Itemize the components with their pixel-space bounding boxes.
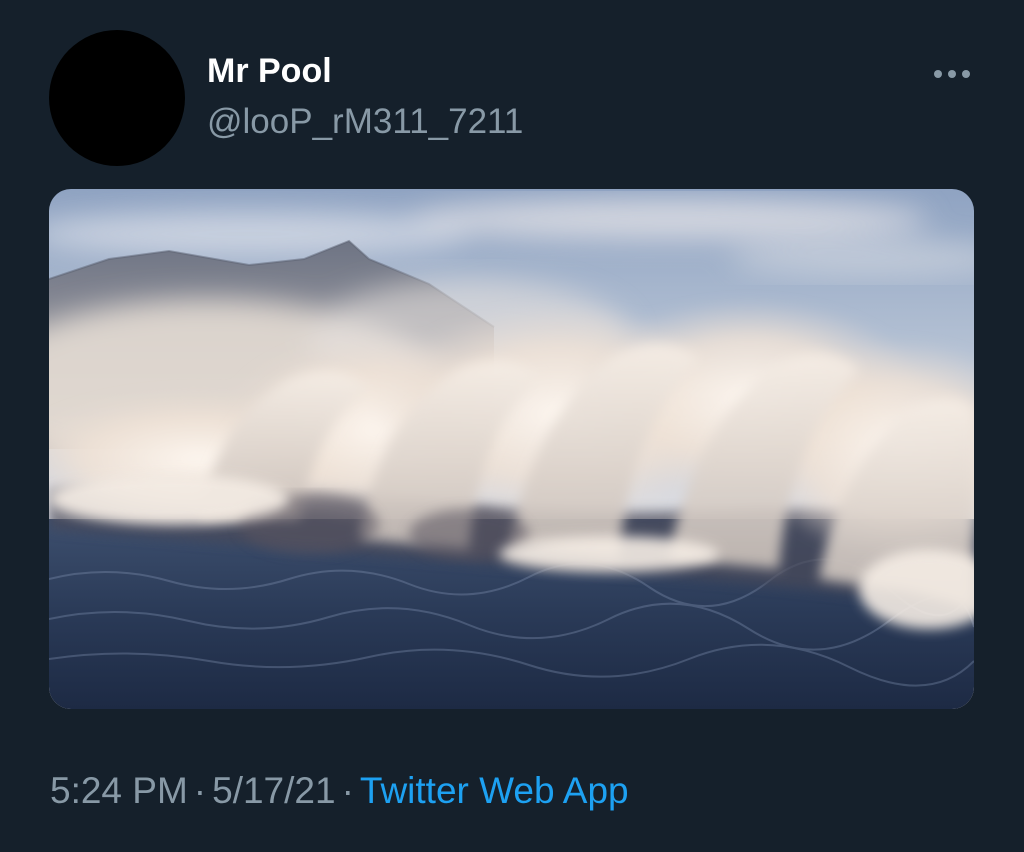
tweet-time: 5:24 PM <box>50 770 188 811</box>
tweet-image[interactable] <box>49 189 974 709</box>
avatar[interactable] <box>49 30 185 166</box>
more-icon[interactable] <box>926 58 978 90</box>
wave-photo <box>49 189 974 709</box>
tweet-date: 5/17/21 <box>212 770 336 811</box>
author-handle[interactable]: @looP_rM311_7211 <box>207 102 523 142</box>
tweet: Mr Pool @looP_rM311_7211 5:24 PM · 5/17/… <box>0 0 1024 852</box>
tweet-meta: 5:24 PM · 5/17/21 · Twitter Web App <box>50 770 629 812</box>
more-dot <box>934 70 942 78</box>
meta-separator: · <box>341 770 354 811</box>
more-dot <box>962 70 970 78</box>
author-display-name[interactable]: Mr Pool <box>207 52 332 91</box>
meta-separator: · <box>193 770 207 811</box>
more-dot <box>948 70 956 78</box>
tweet-source-link[interactable]: Twitter Web App <box>360 770 629 811</box>
